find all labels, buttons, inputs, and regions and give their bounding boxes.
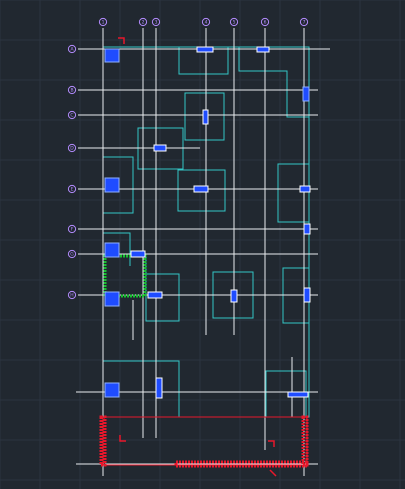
axis-bubble-row-F[interactable]: F <box>67 224 77 234</box>
axis-bubble-label: D <box>70 146 74 152</box>
axis-bubble-label: 4 <box>205 20 208 26</box>
beam-marker <box>303 223 311 235</box>
axis-bubble-label: H <box>70 293 73 299</box>
axis-bubble-column-6[interactable]: 6 <box>260 17 270 27</box>
beam-marker <box>303 287 311 303</box>
beam-marker <box>130 250 146 258</box>
axis-bubble-label: 3 <box>155 20 158 26</box>
column <box>104 291 120 307</box>
axis-bubble-label: C <box>70 113 73 119</box>
axis-bubble-label: E <box>71 187 74 193</box>
axis-bubble-row-D[interactable]: D <box>67 143 77 153</box>
pad-footing-green <box>103 254 147 298</box>
axis-bubble-label: 2 <box>142 20 145 26</box>
beam-marker <box>287 391 309 398</box>
beam-marker <box>196 46 214 53</box>
beam-marker <box>256 46 270 53</box>
beam-marker <box>202 109 209 125</box>
column <box>104 48 120 63</box>
red-arrow-mark <box>269 469 277 477</box>
red-arrow-mark <box>268 440 275 447</box>
column <box>104 242 120 258</box>
red-hatch-outline <box>102 416 308 466</box>
axis-bubble-row-B[interactable]: B <box>67 85 77 95</box>
beam-marker <box>230 289 238 303</box>
axis-bubble-label: 7 <box>303 20 306 26</box>
axis-bubble-row-H[interactable]: H <box>67 290 77 300</box>
axis-bubble-column-7[interactable]: 7 <box>299 17 309 27</box>
axis-bubble-column-2[interactable]: 2 <box>138 17 148 27</box>
axis-bubble-label: F <box>71 227 74 233</box>
axis-bubble-label: 1 <box>102 20 105 26</box>
column <box>104 177 120 193</box>
column <box>302 86 310 102</box>
axis-bubble-row-G[interactable]: G <box>67 249 77 259</box>
red-hatch-right <box>301 415 309 467</box>
axis-bubble-label: 5 <box>233 20 236 26</box>
axis-bubble-label: G <box>70 252 74 258</box>
axis-bubble-label: 6 <box>264 20 267 26</box>
beam-marker <box>299 185 311 193</box>
column <box>104 382 120 398</box>
beam-marker <box>193 185 209 193</box>
beam-marker <box>153 144 167 152</box>
green-hatch-outline <box>103 254 147 298</box>
axis-bubble-column-4[interactable]: 4 <box>201 17 211 27</box>
axis-bubble-row-A[interactable]: A <box>67 44 77 54</box>
axis-bubble-row-E[interactable]: E <box>67 184 77 194</box>
beam-marker <box>147 291 163 299</box>
beam-marker <box>155 377 163 399</box>
footing-outline <box>145 255 180 322</box>
axis-bubble-row-C[interactable]: C <box>67 110 77 120</box>
axis-bubble-column-1[interactable]: 1 <box>98 17 108 27</box>
axis-bubble-column-3[interactable]: 3 <box>151 17 161 27</box>
background-grid <box>0 0 405 489</box>
axis-bubble-label: B <box>70 88 73 94</box>
columns <box>104 48 310 398</box>
cad-drawing-canvas[interactable]: 1 2 3 4 5 6 7 A B C D E F G H <box>0 0 405 489</box>
red-arrow-mark <box>118 37 125 44</box>
footing-outline <box>238 47 309 118</box>
axis-bubble-column-5[interactable]: 5 <box>229 17 239 27</box>
